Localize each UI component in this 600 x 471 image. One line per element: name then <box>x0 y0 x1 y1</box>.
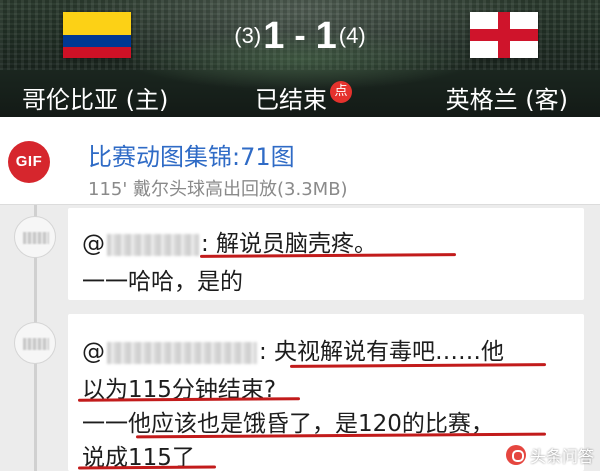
blurred-username <box>107 341 257 364</box>
away-penalty-score: (4) <box>338 23 366 48</box>
comment-line: @: 解说员脑壳疼。 <box>82 224 377 258</box>
avatar[interactable] <box>14 322 56 364</box>
watermark-text: 头条问答 <box>529 447 594 466</box>
gif-highlights-title[interactable]: 比赛动图集锦:71图 <box>88 137 295 172</box>
gif-highlights-subtitle: 115' 戴尔头球高出回放(3.3MB) <box>88 179 348 200</box>
red-underline <box>289 363 547 368</box>
match-header: (3) 1 - 1 (4) 哥伦比亚 (主) 已结束 点 英格兰 (客) <box>0 0 600 117</box>
mention-at[interactable]: @ <box>82 231 105 257</box>
watermark: 头条问答 <box>505 443 594 467</box>
away-goals: 1 <box>315 14 337 57</box>
comment-reply: 一一哈哈，是的 <box>82 269 243 295</box>
red-underline <box>77 465 217 470</box>
match-status-label: 已结束 <box>255 86 327 114</box>
gif-icon: GIF <box>8 141 50 183</box>
score-separator: - <box>294 16 306 55</box>
home-team-name[interactable]: 哥伦比亚 (主) <box>22 80 168 115</box>
home-penalty-score: (3) <box>234 23 262 48</box>
colombia-flag-icon <box>63 12 131 58</box>
away-team-name[interactable]: 英格兰 (客) <box>446 80 568 115</box>
england-flag-icon <box>470 12 538 58</box>
mention-at[interactable]: @ <box>82 339 105 365</box>
match-status: 已结束 点 <box>255 80 352 115</box>
penalty-badge: 点 <box>330 80 352 103</box>
avatar[interactable] <box>14 216 56 258</box>
comment-text: : 央视解说有毒吧……他 <box>259 339 505 365</box>
comment-line: @ : 央视解说有毒吧……他 <box>82 332 504 366</box>
blurred-username <box>107 233 199 256</box>
comment-card: @: 解说员脑壳疼。 一一哈哈，是的 <box>68 208 584 300</box>
home-goals: 1 <box>263 14 285 57</box>
scoreboard: (3) 1 - 1 (4) <box>222 14 378 58</box>
toutiao-logo-icon <box>505 445 526 465</box>
gif-highlights-bar[interactable]: GIF 比赛动图集锦:71图 115' 戴尔头球高出回放(3.3MB) <box>0 117 600 205</box>
